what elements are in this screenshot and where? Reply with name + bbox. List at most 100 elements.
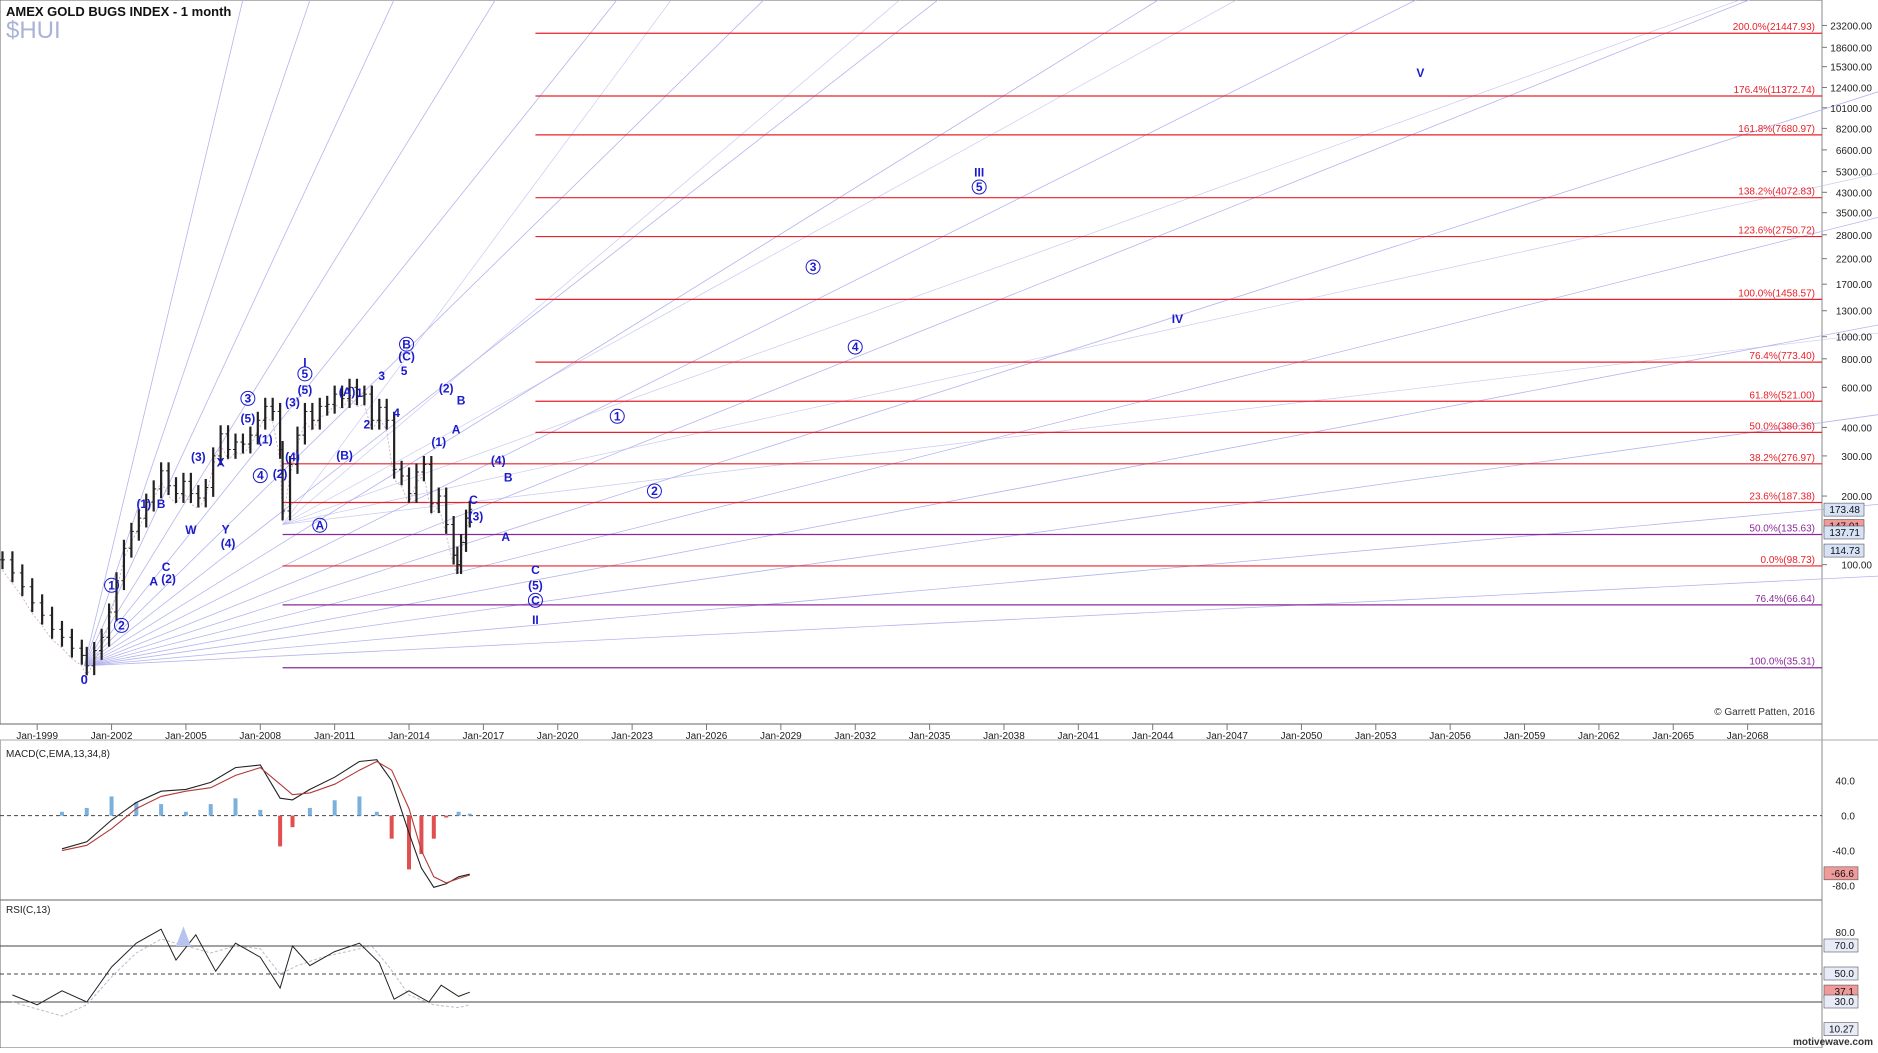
wave-label: Y — [222, 523, 230, 537]
macd-histogram-bar — [374, 811, 379, 816]
y-tick-label: 5300.00 — [1836, 168, 1873, 179]
macd-tick-label: 0.0 — [1841, 812, 1855, 823]
wave-label: (B) — [336, 448, 353, 462]
y-tick-label: 800.00 — [1841, 355, 1872, 366]
wave-label: C — [162, 560, 171, 574]
wave-label: B — [402, 337, 411, 351]
wave-label: 4 — [257, 469, 264, 483]
wave-label: (3) — [191, 450, 206, 464]
macd-histogram-bar — [159, 804, 164, 816]
x-tick-label: Jan-2053 — [1355, 731, 1397, 742]
wave-label: A — [315, 518, 324, 532]
x-tick-label: Jan-2032 — [834, 731, 876, 742]
wave-label: (3) — [469, 510, 484, 524]
x-tick-label: Jan-2005 — [165, 731, 207, 742]
macd-histogram-bar — [258, 809, 263, 816]
wave-label: A — [501, 530, 510, 544]
chart-root: 200.0%(21447.93) 176.4%(11372.74) 161.8%(7… — [0, 0, 1878, 1049]
x-tick-label: Jan-2041 — [1057, 731, 1099, 742]
macd-histogram-bar — [357, 796, 362, 816]
wave-label: (3) — [285, 395, 300, 409]
x-tick-label: Jan-2026 — [686, 731, 728, 742]
wave-label: B — [157, 497, 166, 511]
macd-histogram-bar — [109, 796, 114, 816]
copyright-text: © Garrett Patten, 2016 — [1714, 707, 1815, 718]
wave-label: W — [185, 523, 197, 537]
symbol-watermark: $HUI — [6, 17, 61, 44]
macd-title: MACD(C,EMA,13,34,8) — [6, 749, 110, 760]
price-tag-label: 114.73 — [1830, 546, 1860, 557]
wave-label: 1 — [614, 409, 621, 423]
macd-histogram-bar — [307, 807, 312, 816]
fib-level-label: 138.2%(4072.83) — [1738, 187, 1815, 198]
wave-label: (1) — [431, 435, 446, 449]
wave-label: (2) — [439, 382, 454, 396]
wave-label: A — [452, 423, 461, 437]
wave-label: (2) — [161, 572, 176, 586]
wave-label: 1 — [356, 386, 363, 400]
macd-histogram-bar — [389, 815, 394, 839]
x-tick-label: Jan-2038 — [983, 731, 1025, 742]
x-tick-label: Jan-2002 — [91, 731, 133, 742]
wave-label: (A) — [339, 385, 356, 399]
fib-level-label: 0.0%(98.73) — [1761, 555, 1815, 566]
wave-label: (5) — [241, 412, 256, 426]
wave-label: A — [149, 575, 158, 589]
wave-label: (4) — [221, 536, 236, 550]
wave-label: 5 — [302, 367, 309, 381]
y-tick-label: 2800.00 — [1836, 231, 1873, 242]
wave-label: 5 — [976, 180, 983, 194]
fib-level-label: 50.0%(135.63) — [1749, 523, 1815, 534]
wave-label: III — [974, 165, 984, 179]
wave-label: (1) — [258, 433, 273, 447]
wave-label: (5) — [298, 383, 313, 397]
x-tick-label: Jan-2062 — [1578, 731, 1620, 742]
macd-tick-label: -40.0 — [1832, 847, 1855, 858]
y-tick-label: 4300.00 — [1836, 188, 1873, 199]
wave-label: (4) — [491, 454, 506, 468]
wave-label: 3 — [810, 260, 817, 274]
wave-label: X — [217, 455, 225, 469]
rsi-tick-label: 80.0 — [1836, 928, 1856, 939]
y-tick-label: 23200.00 — [1830, 21, 1872, 32]
wave-label: C — [531, 563, 540, 577]
wave-label: (4) — [285, 450, 300, 464]
macd-histogram-bar — [456, 811, 461, 816]
fib-level-label: 76.4%(66.64) — [1755, 594, 1815, 605]
macd-histogram-bar — [290, 815, 295, 828]
fib-level-label: 76.4%(773.40) — [1749, 351, 1815, 362]
x-tick-label: Jan-2068 — [1727, 731, 1769, 742]
x-tick-label: Jan-2008 — [239, 731, 281, 742]
rsi-value-label: 10.27 — [1829, 1025, 1854, 1036]
y-tick-label: 1300.00 — [1836, 307, 1873, 318]
y-tick-label: 10100.00 — [1830, 104, 1872, 115]
y-tick-label: 3500.00 — [1836, 209, 1873, 220]
wave-label: IV — [1172, 312, 1183, 326]
y-tick-label: 300.00 — [1841, 452, 1872, 463]
macd-tick-label: 40.0 — [1836, 777, 1856, 788]
wave-label: V — [1416, 66, 1424, 80]
x-tick-label: Jan-2065 — [1652, 731, 1694, 742]
x-tick-label: Jan-2011 — [314, 731, 355, 742]
wave-label: 2 — [364, 418, 371, 432]
macd-histogram-bar — [419, 815, 424, 855]
fib-level-label: 38.2%(276.97) — [1749, 453, 1815, 464]
y-tick-label: 400.00 — [1841, 423, 1872, 434]
macd-histogram-bar — [332, 800, 337, 816]
y-tick-label: 600.00 — [1841, 383, 1872, 394]
macd-histogram-bar — [208, 804, 213, 816]
wave-label: 2 — [118, 618, 125, 632]
x-tick-label: Jan-2035 — [909, 731, 951, 742]
macd-tick-label: -80.0 — [1832, 882, 1855, 893]
wave-label: 2 — [651, 484, 658, 498]
wave-label: B — [457, 394, 466, 408]
wave-label: C — [531, 593, 540, 607]
fib-level-label: 200.0%(21447.93) — [1733, 22, 1815, 33]
macd-histogram-bar — [278, 815, 283, 847]
rsi-value-label: 70.0 — [1835, 941, 1855, 952]
y-tick-label: 200.00 — [1841, 492, 1872, 503]
x-tick-label: Jan-2047 — [1206, 731, 1248, 742]
wave-label: 5 — [401, 364, 408, 378]
x-tick-label: Jan-2023 — [611, 731, 653, 742]
fib-level-label: 100.0%(1458.57) — [1738, 288, 1815, 299]
